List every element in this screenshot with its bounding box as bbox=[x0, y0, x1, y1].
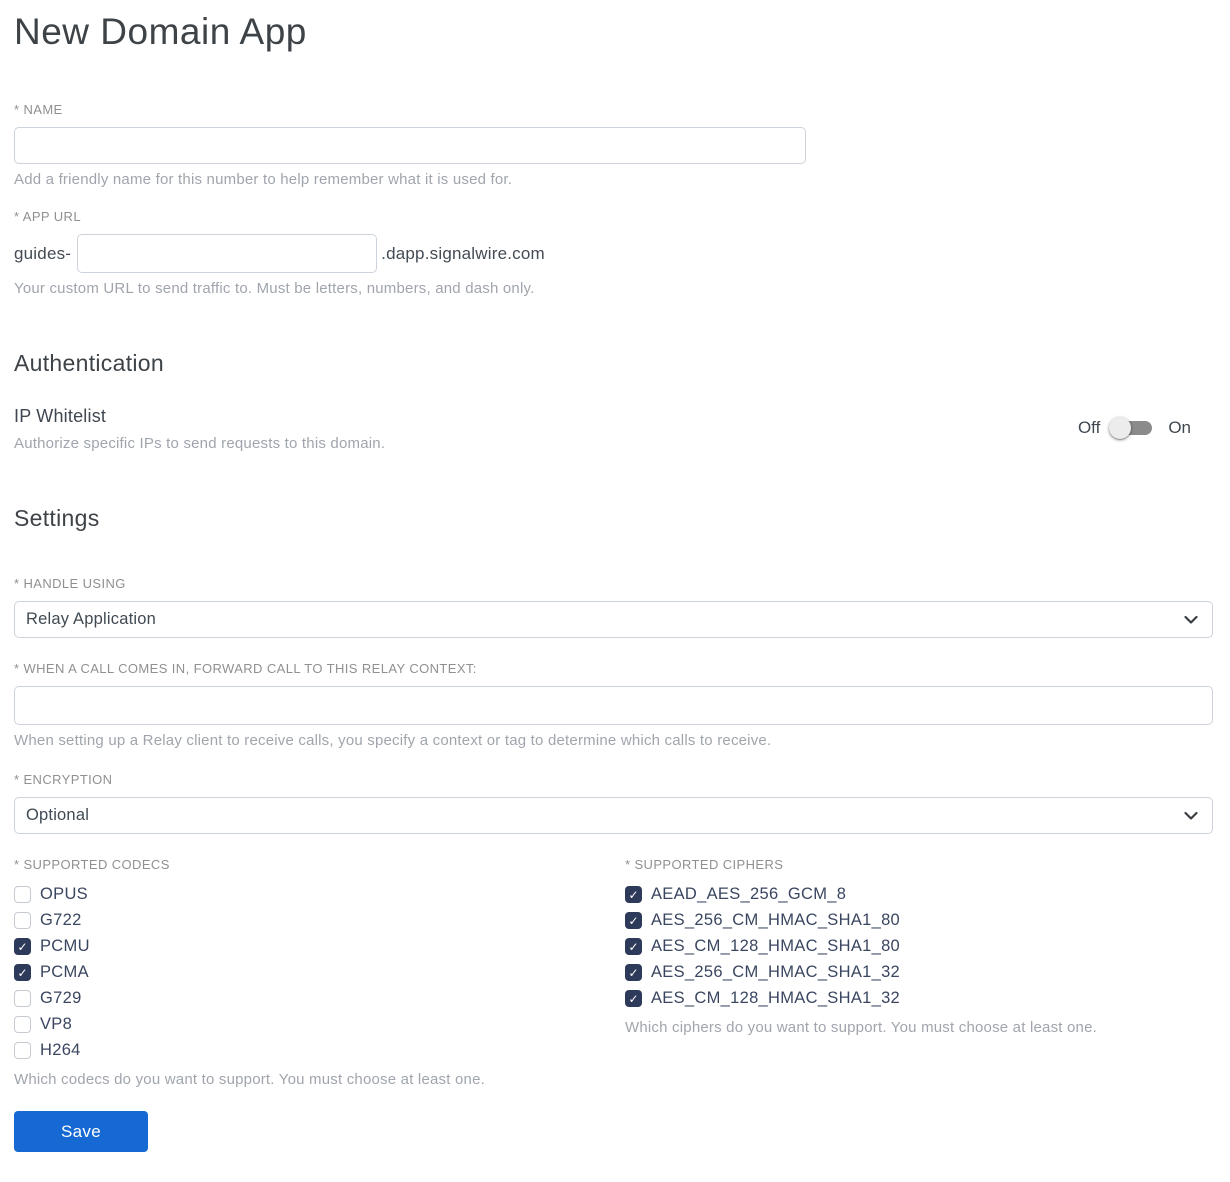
app-url-prefix: guides- bbox=[14, 243, 72, 263]
checkbox-checked-icon[interactable]: ✓ bbox=[625, 912, 642, 930]
encryption-label: * ENCRYPTION bbox=[14, 772, 113, 788]
toggle-off-label: Off bbox=[1077, 418, 1101, 438]
app-url-help-text: Your custom URL to send traffic to. Must… bbox=[14, 280, 535, 298]
checkbox-checked-icon[interactable]: ✓ bbox=[625, 886, 642, 904]
page-title: New Domain App bbox=[14, 11, 307, 52]
checkbox-label: H264 bbox=[40, 1041, 81, 1060]
codec-option[interactable]: OPUS bbox=[14, 885, 625, 904]
cipher-option[interactable]: ✓ AES_CM_128_HMAC_SHA1_32 bbox=[625, 989, 1213, 1008]
handle-using-label: * HANDLE USING bbox=[14, 576, 126, 592]
name-help-text: Add a friendly name for this number to h… bbox=[14, 171, 513, 189]
checkbox-label: G729 bbox=[40, 989, 82, 1008]
app-url-label: * APP URL bbox=[14, 209, 81, 225]
app-url-input[interactable] bbox=[77, 234, 378, 274]
relay-context-field-group: * WHEN A CALL COMES IN, FORWARD CALL TO … bbox=[14, 661, 1213, 749]
codec-option[interactable]: H264 bbox=[14, 1041, 625, 1060]
encryption-select[interactable]: Optional bbox=[14, 797, 1213, 835]
chevron-down-icon bbox=[1184, 615, 1198, 624]
settings-heading: Settings bbox=[14, 505, 100, 532]
checkbox-label: VP8 bbox=[40, 1015, 73, 1034]
encryption-field-group: * ENCRYPTION Optional bbox=[14, 772, 1213, 835]
ip-whitelist-row: IP Whitelist Authorize specific IPs to s… bbox=[14, 406, 1213, 452]
app-url-suffix: .dapp.signalwire.com bbox=[381, 243, 545, 263]
codec-cipher-columns: * SUPPORTED CODECS OPUS G722 ✓ PCMU ✓ PCMA G72… bbox=[14, 857, 1213, 1088]
checkbox-checked-icon[interactable]: ✓ bbox=[14, 938, 31, 956]
codec-option[interactable]: G722 bbox=[14, 911, 625, 930]
codec-option[interactable]: G729 bbox=[14, 989, 625, 1008]
handle-using-field-group: * HANDLE USING Relay Application bbox=[14, 576, 1213, 639]
codec-option[interactable]: ✓ PCMA bbox=[14, 963, 625, 982]
checkbox-checked-icon[interactable]: ✓ bbox=[625, 938, 642, 956]
cipher-option[interactable]: ✓ AES_CM_128_HMAC_SHA1_80 bbox=[625, 937, 1213, 956]
codec-option[interactable]: ✓ PCMU bbox=[14, 937, 625, 956]
cipher-option[interactable]: ✓ AEAD_AES_256_GCM_8 bbox=[625, 885, 1213, 904]
checkbox-label: G722 bbox=[40, 911, 82, 930]
ip-whitelist-text: IP Whitelist Authorize specific IPs to s… bbox=[14, 406, 385, 452]
supported-ciphers-label: * SUPPORTED CIPHERS bbox=[625, 857, 784, 873]
chevron-down-icon bbox=[1184, 811, 1198, 820]
codecs-checklist: OPUS G722 ✓ PCMU ✓ PCMA G729 VP8 H264 bbox=[14, 885, 625, 1060]
ip-whitelist-toggle[interactable]: Off On bbox=[1077, 417, 1191, 440]
checkbox-checked-icon[interactable]: ✓ bbox=[625, 964, 642, 982]
checkbox-label: PCMU bbox=[40, 937, 90, 956]
save-button[interactable]: Save bbox=[14, 1111, 148, 1153]
checkbox-checked-icon[interactable]: ✓ bbox=[14, 964, 31, 982]
handle-using-select[interactable]: Relay Application bbox=[14, 601, 1213, 639]
checkbox-label: AES_256_CM_HMAC_SHA1_32 bbox=[651, 963, 901, 982]
checkbox-unchecked-icon[interactable] bbox=[14, 912, 31, 930]
supported-ciphers-help-text: Which ciphers do you want to support. Yo… bbox=[625, 1019, 1098, 1037]
relay-context-help-text: When setting up a Relay client to receiv… bbox=[14, 732, 772, 750]
checkbox-unchecked-icon[interactable] bbox=[14, 990, 31, 1008]
cipher-option[interactable]: ✓ AES_256_CM_HMAC_SHA1_32 bbox=[625, 963, 1213, 982]
relay-context-label: * WHEN A CALL COMES IN, FORWARD CALL TO … bbox=[14, 661, 477, 677]
toggle-on-label: On bbox=[1168, 418, 1191, 438]
toggle-switch-icon[interactable] bbox=[1109, 417, 1153, 440]
supported-codecs-help-text: Which codecs do you want to support. You… bbox=[14, 1071, 485, 1089]
toggle-thumb[interactable] bbox=[1109, 417, 1132, 440]
checkbox-label: AEAD_AES_256_GCM_8 bbox=[651, 885, 847, 904]
checkbox-unchecked-icon[interactable] bbox=[14, 1042, 31, 1060]
encryption-selected-value: Optional bbox=[26, 806, 90, 825]
ip-whitelist-label: IP Whitelist bbox=[14, 406, 107, 427]
checkbox-checked-icon[interactable]: ✓ bbox=[625, 990, 642, 1008]
app-url-field-group: * APP URL guides- .dapp.signalwire.com Y… bbox=[14, 209, 1213, 297]
checkbox-label: AES_CM_128_HMAC_SHA1_80 bbox=[651, 937, 901, 956]
checkbox-label: OPUS bbox=[40, 885, 88, 904]
ip-whitelist-description: Authorize specific IPs to send requests … bbox=[14, 435, 386, 453]
name-label: * NAME bbox=[14, 102, 63, 118]
checkbox-label: AES_256_CM_HMAC_SHA1_80 bbox=[651, 911, 901, 930]
checkbox-label: AES_CM_128_HMAC_SHA1_32 bbox=[651, 989, 901, 1008]
checkbox-label: PCMA bbox=[40, 963, 89, 982]
authentication-heading: Authentication bbox=[14, 350, 164, 377]
handle-using-selected-value: Relay Application bbox=[26, 610, 156, 629]
name-input[interactable] bbox=[14, 127, 806, 165]
codec-option[interactable]: VP8 bbox=[14, 1015, 625, 1034]
name-field-group: * NAME Add a friendly name for this numb… bbox=[14, 102, 1213, 188]
new-domain-app-page: New Domain App * NAME Add a friendly nam… bbox=[0, 0, 1230, 1182]
checkbox-unchecked-icon[interactable] bbox=[14, 1016, 31, 1034]
app-url-row: guides- .dapp.signalwire.com bbox=[14, 234, 1213, 274]
checkbox-unchecked-icon[interactable] bbox=[14, 886, 31, 904]
supported-ciphers-group: * SUPPORTED CIPHERS ✓ AEAD_AES_256_GCM_8 ✓… bbox=[625, 857, 1213, 1088]
ciphers-checklist: ✓ AEAD_AES_256_GCM_8 ✓ AES_256_CM_HMAC_SHA1… bbox=[625, 885, 1213, 1008]
cipher-option[interactable]: ✓ AES_256_CM_HMAC_SHA1_80 bbox=[625, 911, 1213, 930]
supported-codecs-label: * SUPPORTED CODECS bbox=[14, 857, 170, 873]
relay-context-input[interactable] bbox=[14, 686, 1213, 726]
supported-codecs-group: * SUPPORTED CODECS OPUS G722 ✓ PCMU ✓ PCMA G72… bbox=[14, 857, 625, 1088]
